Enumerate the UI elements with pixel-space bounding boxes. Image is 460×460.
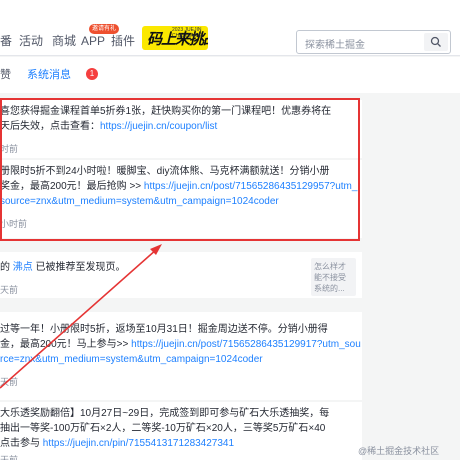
annotation-arrow bbox=[0, 244, 162, 389]
watermark: @稀土掘金技术社区 bbox=[358, 446, 440, 456]
